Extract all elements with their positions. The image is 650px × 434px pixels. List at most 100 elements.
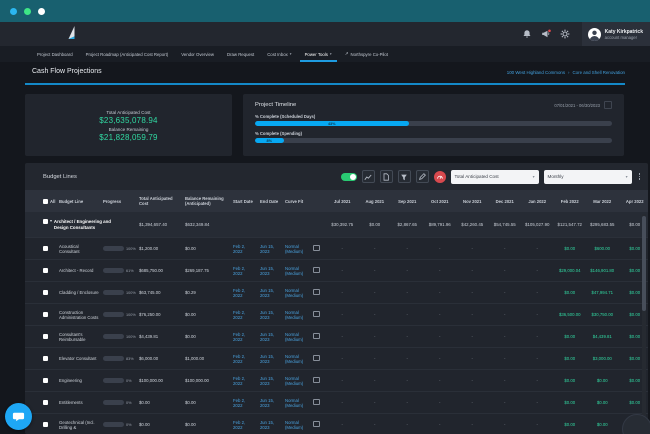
calendar-icon[interactable] — [313, 267, 320, 273]
end-date-link[interactable]: Jun 15, 2023 — [260, 354, 275, 364]
collapse-caret-icon[interactable]: ▾ — [50, 219, 52, 224]
group-checkbox[interactable] — [43, 219, 48, 225]
calendar-icon[interactable] — [313, 333, 320, 339]
end-date-link[interactable]: Jun 15, 2023 — [260, 376, 275, 386]
user-account-menu[interactable]: Katy Kirkpatrick account manager — [581, 22, 650, 46]
progress-bar — [103, 422, 124, 427]
tab-power-tools[interactable]: Power Tools ▾ — [299, 46, 337, 62]
row-checkbox[interactable] — [43, 422, 48, 427]
start-date-link[interactable]: Feb 2, 2022 — [233, 420, 248, 430]
row-month-value: - — [341, 246, 343, 251]
start-date-link[interactable]: Feb 2, 2022 — [233, 354, 248, 364]
view-toggle[interactable] — [340, 172, 357, 181]
calendar-icon[interactable] — [313, 289, 320, 295]
gauge-icon[interactable] — [433, 170, 446, 183]
row-month-value: - — [536, 378, 538, 383]
row-checkbox[interactable] — [43, 268, 48, 273]
end-date-link[interactable]: Jun 15, 2023 — [260, 266, 275, 276]
curve-fit-link[interactable]: Normal (Medium) — [285, 266, 307, 276]
start-date-link[interactable]: Feb 2, 2022 — [233, 310, 248, 320]
end-date-link[interactable]: Jun 15, 2023 — [260, 288, 275, 298]
end-date-link[interactable]: Jun 15, 2023 — [260, 332, 275, 342]
curve-fit-link[interactable]: Normal (Medium) — [285, 288, 307, 298]
edit-icon[interactable] — [415, 170, 429, 183]
breadcrumb-project-link[interactable]: 100 West Highland Commons — [507, 70, 565, 75]
start-date-link[interactable]: Feb 2, 2022 — [233, 288, 248, 298]
row-checkbox[interactable] — [43, 246, 48, 251]
timeline-edit-icon[interactable] — [604, 101, 612, 109]
announcements-megaphone-icon[interactable] — [541, 29, 551, 39]
start-date-link[interactable]: Feb 2, 2022 — [233, 244, 248, 254]
row-checkbox[interactable] — [43, 290, 48, 295]
vertical-scrollbar[interactable] — [642, 214, 646, 432]
notifications-bell-icon[interactable] — [522, 29, 532, 39]
window-control-1[interactable] — [10, 7, 17, 15]
row-checkbox[interactable] — [43, 312, 48, 317]
start-date-link[interactable]: Feb 2, 2022 — [233, 376, 248, 386]
end-date-link[interactable]: Jun 15, 2023 — [260, 244, 275, 254]
row-checkbox[interactable] — [43, 334, 48, 339]
end-date-link[interactable]: Jun 15, 2023 — [260, 310, 275, 320]
row-checkbox[interactable] — [43, 356, 48, 361]
tab-draw-request[interactable]: Draw Request — [227, 46, 254, 62]
row-month-value: - — [374, 312, 376, 317]
spending-progressbar: 8% — [255, 138, 612, 143]
curve-fit-link[interactable]: Normal (Medium) — [285, 420, 307, 430]
period-select[interactable]: Monthly ▾ — [543, 169, 632, 184]
spending-label: % Complete (Spending) — [255, 131, 302, 136]
curve-fit-link[interactable]: Normal (Medium) — [285, 354, 307, 364]
curve-fit-link[interactable]: Normal (Medium) — [285, 376, 307, 386]
start-date-link[interactable]: Feb 2, 2022 — [233, 332, 248, 342]
select-all-checkbox[interactable] — [43, 198, 48, 204]
breadcrumb-sub-link[interactable]: Core and Shell Renovation — [573, 70, 625, 75]
table-header: All Budget Line Progress Total Anticipat… — [25, 190, 648, 212]
curve-fit-link[interactable]: Normal (Medium) — [285, 332, 307, 342]
end-date-link[interactable]: Jun 15, 2023 — [260, 398, 275, 408]
row-month-value: - — [439, 246, 441, 251]
start-date-link[interactable]: Feb 2, 2022 — [233, 398, 248, 408]
calendar-icon[interactable] — [313, 377, 320, 383]
curve-fit-link[interactable]: Normal (Medium) — [285, 398, 307, 408]
progress-bar — [103, 246, 124, 251]
filter-icon[interactable] — [397, 170, 411, 183]
window-control-3[interactable] — [38, 7, 45, 15]
progress-percent: 0% — [126, 422, 132, 427]
row-balance-remaining: $100,000.00 — [185, 378, 209, 383]
progress-cell: 100% — [103, 290, 139, 295]
progress-cell: 0% — [103, 422, 139, 427]
chat-widget-button[interactable] — [5, 403, 32, 430]
tab-project-roadmap-anticipated-cost-report-[interactable]: Project Roadmap (Anticipated Cost Report… — [86, 46, 169, 62]
end-date-link[interactable]: Jun 15, 2023 — [260, 420, 275, 430]
calendar-icon[interactable] — [313, 311, 320, 317]
calendar-icon[interactable] — [313, 355, 320, 361]
row-checkbox[interactable] — [43, 400, 48, 405]
document-icon[interactable] — [379, 170, 393, 183]
scrollbar-thumb[interactable] — [642, 216, 646, 311]
tab-northspyre-co-pilot[interactable]: ↗ Northspyre Co-Pilot — [345, 46, 388, 62]
settings-gear-icon[interactable] — [560, 29, 570, 39]
tab-project-dashboard[interactable]: Project Dashboard — [37, 46, 73, 62]
tab-vendor-overview[interactable]: Vendor Overview — [181, 46, 214, 62]
group-name: Architect / Engineering and Design Consu… — [53, 219, 111, 230]
calendar-icon[interactable] — [313, 399, 320, 405]
chevron-down-icon: ▾ — [532, 175, 535, 179]
window-control-2[interactable] — [24, 7, 31, 15]
row-month-value: $47,994.71 — [591, 290, 613, 295]
calendar-icon[interactable] — [313, 421, 320, 427]
primary-metric-select[interactable]: Total Anticipated Cost ▾ — [450, 169, 539, 184]
app-header: Katy Kirkpatrick account manager — [0, 22, 650, 46]
tab-cost-inbox[interactable]: Cost Inbox ▾ — [267, 46, 291, 62]
curve-fit-link[interactable]: Normal (Medium) — [285, 310, 307, 320]
row-checkbox[interactable] — [43, 378, 48, 383]
row-month-value: - — [471, 246, 473, 251]
corner-widget-button[interactable] — [622, 414, 650, 434]
curve-fit-link[interactable]: Normal (Medium) — [285, 244, 307, 254]
row-month-value: - — [374, 246, 376, 251]
more-options-kebab-icon[interactable] — [638, 172, 640, 181]
budget-group-row: ▾ Architect / Engineering and Design Cons… — [25, 212, 648, 238]
start-date-link[interactable]: Feb 2, 2022 — [233, 266, 248, 276]
line-chart-icon[interactable] — [361, 170, 375, 183]
row-month-value: - — [341, 356, 343, 361]
row-total-anticipated-cost: $6,000.00 — [139, 356, 159, 361]
calendar-icon[interactable] — [313, 245, 320, 251]
